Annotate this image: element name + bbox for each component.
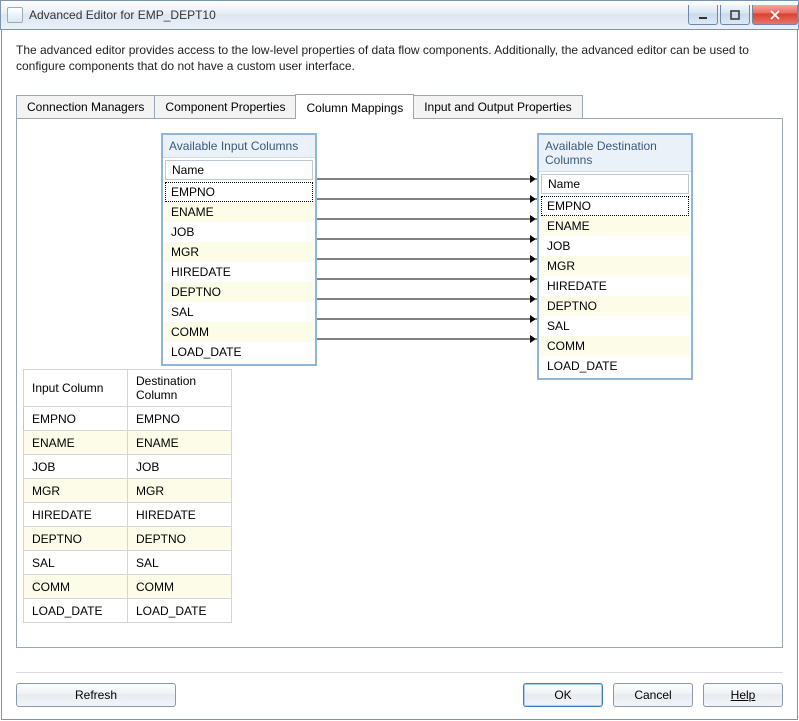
mapping-lines [17, 119, 782, 357]
grid-cell-destination[interactable]: LOAD_DATE [128, 599, 232, 623]
app-icon [7, 7, 23, 23]
table-row[interactable]: SALSAL [24, 551, 232, 575]
editor-description: The advanced editor provides access to t… [2, 30, 797, 80]
tab-strip: Connection Managers Component Properties… [2, 80, 797, 118]
table-row[interactable]: JOBJOB [24, 455, 232, 479]
client-area: The advanced editor provides access to t… [1, 30, 798, 720]
grid-cell-input[interactable]: JOB [24, 455, 128, 479]
destination-column-row[interactable]: LOAD_DATE [541, 356, 689, 376]
grid-cell-destination[interactable]: ENAME [128, 431, 232, 455]
table-row[interactable]: DEPTNODEPTNO [24, 527, 232, 551]
grid-header-input[interactable]: Input Column [24, 370, 128, 407]
help-button[interactable]: Help [703, 683, 783, 707]
tab-input-output-properties[interactable]: Input and Output Properties [413, 95, 582, 118]
maximize-button[interactable] [720, 5, 750, 25]
grid-cell-destination[interactable]: COMM [128, 575, 232, 599]
grid-cell-destination[interactable]: MGR [128, 479, 232, 503]
window-title: Advanced Editor for EMP_DEPT10 [29, 8, 686, 22]
title-bar: Advanced Editor for EMP_DEPT10 [0, 0, 799, 30]
tab-column-mappings[interactable]: Column Mappings [295, 94, 414, 119]
grid-cell-input[interactable]: COMM [24, 575, 128, 599]
grid-cell-destination[interactable]: DEPTNO [128, 527, 232, 551]
table-row[interactable]: HIREDATEHIREDATE [24, 503, 232, 527]
grid-cell-input[interactable]: LOAD_DATE [24, 599, 128, 623]
grid-cell-input[interactable]: DEPTNO [24, 527, 128, 551]
close-button[interactable] [752, 5, 798, 25]
button-bar: Refresh OK Cancel Help [16, 672, 783, 707]
cancel-button[interactable]: Cancel [613, 683, 693, 707]
grid-cell-destination[interactable]: SAL [128, 551, 232, 575]
mapping-area: Available Input Columns Name EMPNOENAMEJ… [17, 119, 782, 357]
tab-connection-managers[interactable]: Connection Managers [16, 95, 155, 118]
table-row[interactable]: ENAMEENAME [24, 431, 232, 455]
refresh-button[interactable]: Refresh [16, 683, 176, 707]
grid-header-destination[interactable]: Destination Column [128, 370, 232, 407]
table-row[interactable]: LOAD_DATELOAD_DATE [24, 599, 232, 623]
table-row[interactable]: MGRMGR [24, 479, 232, 503]
grid-cell-input[interactable]: EMPNO [24, 407, 128, 431]
table-row[interactable]: EMPNOEMPNO [24, 407, 232, 431]
tab-page: Available Input Columns Name EMPNOENAMEJ… [16, 118, 783, 648]
ok-button[interactable]: OK [523, 683, 603, 707]
grid-cell-input[interactable]: SAL [24, 551, 128, 575]
grid-cell-input[interactable]: HIREDATE [24, 503, 128, 527]
grid-cell-input[interactable]: MGR [24, 479, 128, 503]
grid-cell-input[interactable]: ENAME [24, 431, 128, 455]
minimize-button[interactable] [688, 5, 718, 25]
mapping-grid[interactable]: Input Column Destination Column EMPNOEMP… [23, 369, 232, 623]
grid-cell-destination[interactable]: JOB [128, 455, 232, 479]
grid-cell-destination[interactable]: HIREDATE [128, 503, 232, 527]
table-row[interactable]: COMMCOMM [24, 575, 232, 599]
tab-component-properties[interactable]: Component Properties [154, 95, 296, 118]
grid-cell-destination[interactable]: EMPNO [128, 407, 232, 431]
